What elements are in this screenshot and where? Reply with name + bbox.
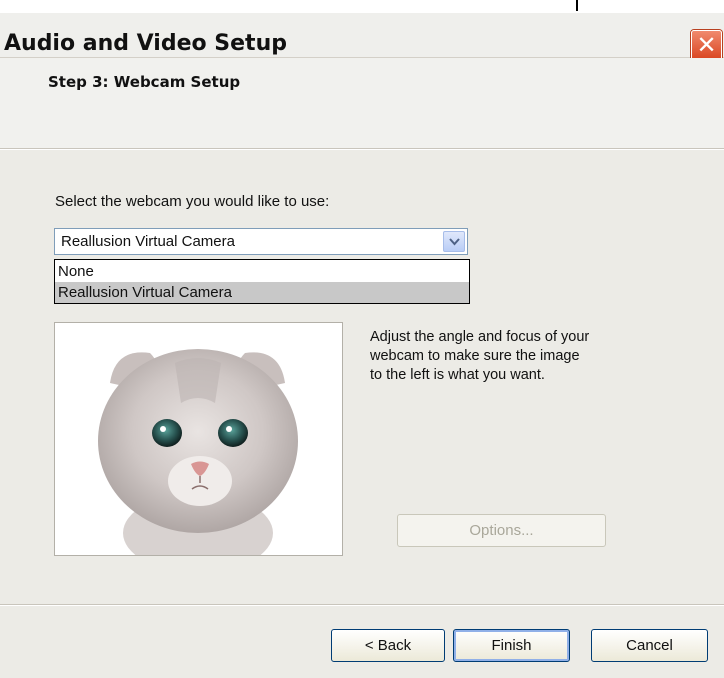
close-button[interactable]: ✕	[691, 30, 722, 61]
webcam-preview	[54, 322, 343, 556]
webcam-dropdown-list: None Reallusion Virtual Camera	[54, 259, 470, 304]
webcam-combobox[interactable]: Reallusion Virtual Camera	[54, 228, 468, 255]
finish-button[interactable]: Finish	[453, 629, 570, 662]
chevron-down-icon	[449, 238, 460, 246]
hint-line: webcam to make sure the image	[370, 348, 580, 364]
cancel-button[interactable]: Cancel	[591, 629, 708, 662]
options-button[interactable]: Options...	[397, 514, 606, 547]
hint-line: Adjust the angle and focus of your	[370, 329, 590, 345]
combobox-dropdown-button[interactable]	[443, 231, 465, 252]
step-title: Step 3: Webcam Setup	[48, 73, 241, 91]
window-edge-tick	[576, 0, 578, 11]
webcam-select-label: Select the webcam you would like to use:	[55, 193, 330, 210]
dropdown-option-none[interactable]: None	[55, 261, 469, 282]
webcam-hint-text: Adjust the angle and focus of your webca…	[370, 328, 670, 385]
back-button[interactable]: < Back	[331, 629, 445, 662]
close-icon: ✕	[696, 31, 717, 59]
webcam-combobox-value: Reallusion Virtual Camera	[61, 233, 235, 250]
dropdown-option-reallusion[interactable]: Reallusion Virtual Camera	[55, 282, 469, 303]
title-bar[interactable]: Audio and Video Setup ✕	[0, 13, 724, 61]
window-title: Audio and Video Setup	[4, 31, 287, 56]
wizard-header	[0, 58, 724, 150]
kitten-image	[98, 349, 298, 555]
hint-line: to the left is what you want.	[370, 367, 545, 383]
